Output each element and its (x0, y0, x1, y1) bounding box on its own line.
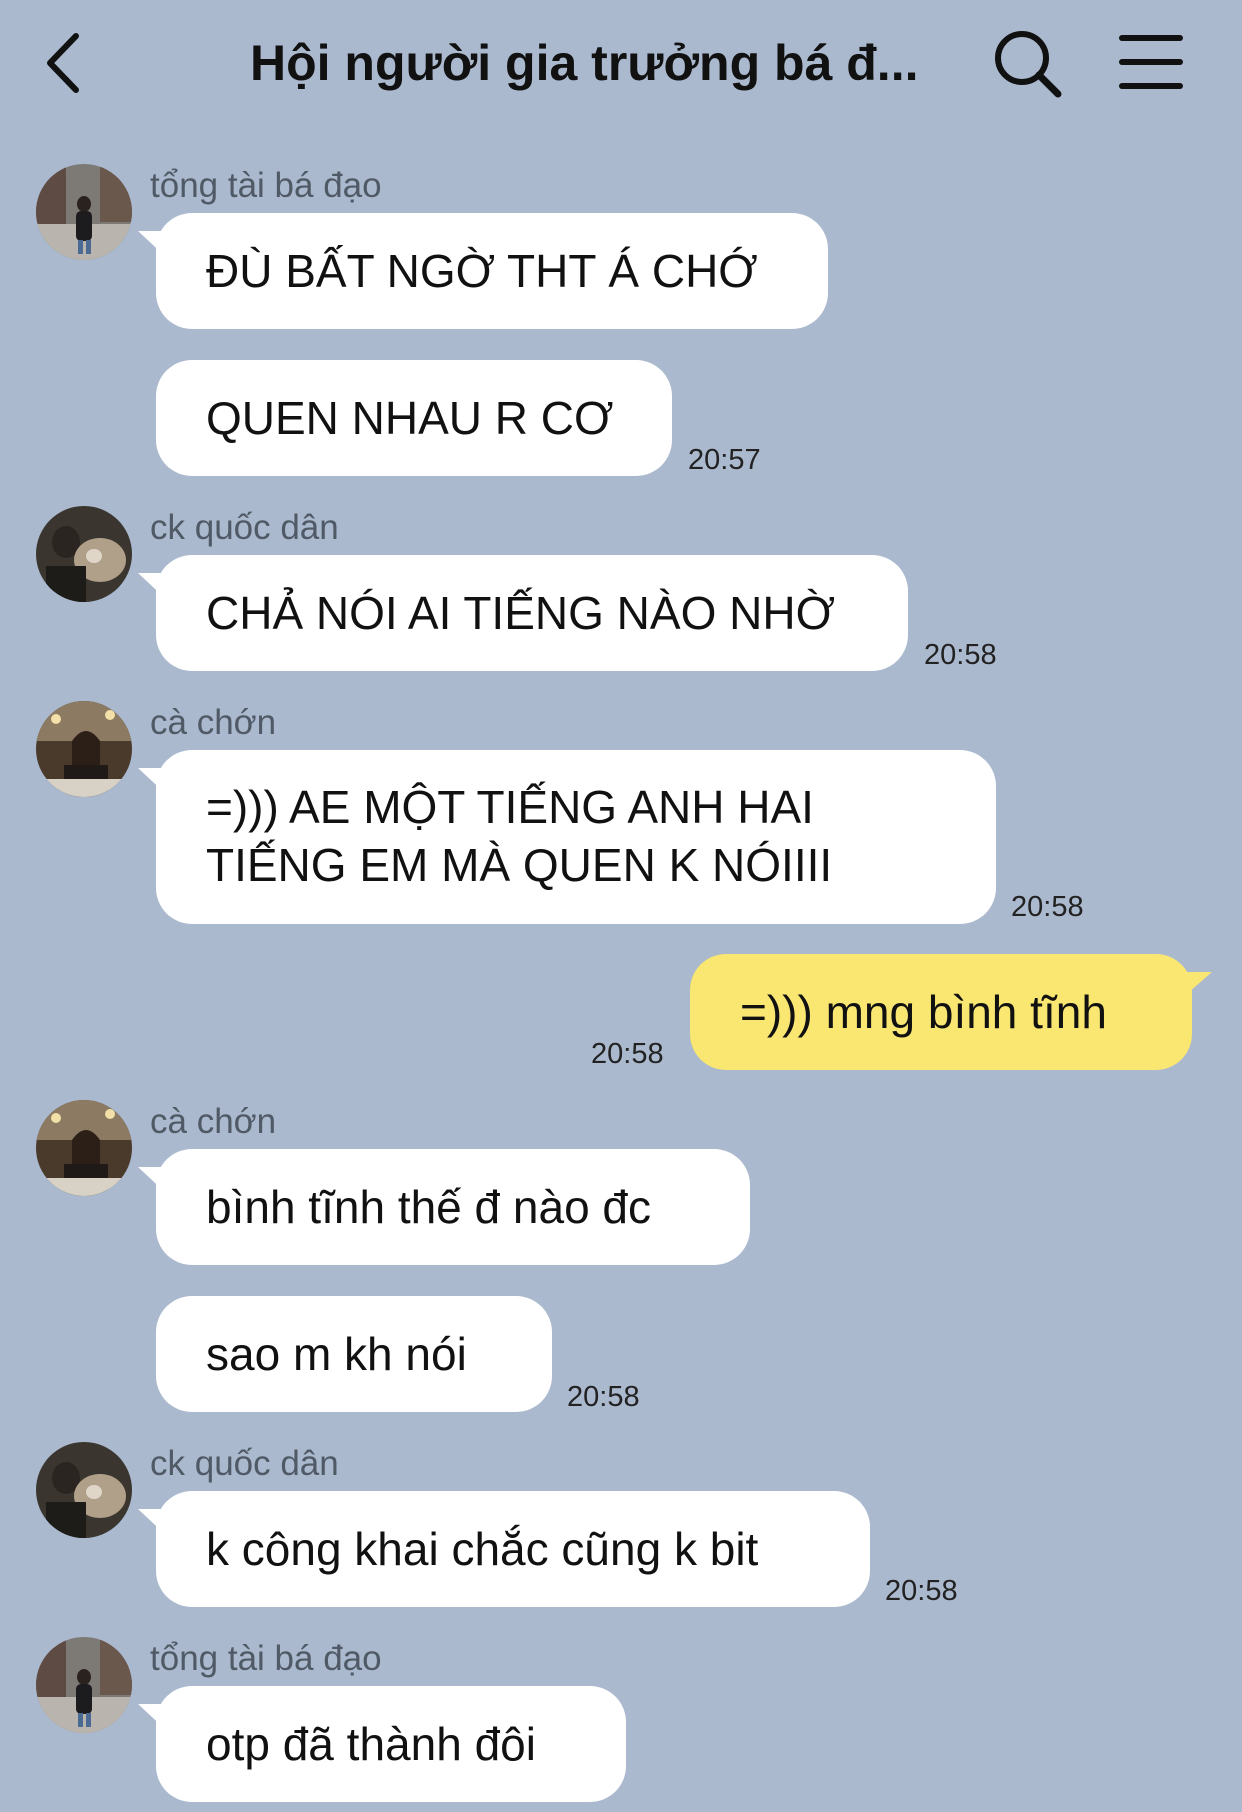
message-bubble[interactable]: bình tĩnh thế đ nào đc (138, 1149, 750, 1265)
menu-button[interactable] (1118, 30, 1184, 94)
sender-name: tổng tài bá đạo (150, 166, 382, 205)
avatar-tong-tai-ba-dao[interactable] (36, 164, 132, 260)
message-bubble[interactable]: QUEN NHAU R CƠ (156, 360, 672, 476)
message-time: 20:58 (1011, 891, 1084, 923)
avatar-ca-chon[interactable] (36, 1100, 132, 1196)
message-time: 20:58 (924, 639, 997, 671)
sender-name: tổng tài bá đạo (150, 1639, 382, 1678)
avatar-tong-tai-ba-dao[interactable] (36, 1637, 132, 1733)
avatar-ck-quoc-dan[interactable] (36, 1442, 132, 1538)
chevron-left-icon (47, 33, 79, 93)
sender-name: cà chớn (150, 1102, 277, 1141)
search-button[interactable] (990, 26, 1066, 102)
message-time: 20:58 (567, 1381, 640, 1413)
message-time: 20:58 (885, 1575, 958, 1607)
avatar-ca-chon[interactable] (36, 701, 132, 797)
message-bubble[interactable]: otp đã thành đôi (138, 1686, 626, 1802)
message-bubble[interactable]: CHẢ NÓI AI TIẾNG NÀO NHỜ (138, 555, 908, 671)
avatar-ck-quoc-dan[interactable] (36, 506, 132, 602)
message-bubble[interactable]: sao m kh nói (156, 1296, 552, 1412)
message-time: 20:58 (591, 1038, 664, 1070)
message-line: =))) AE MỘT TIẾNG ANH HAI (206, 781, 814, 833)
sender-name: ck quốc dân (150, 508, 339, 547)
message-line: TIẾNG EM MÀ QUEN K NÓIIII (206, 839, 833, 891)
message-bubble[interactable]: ĐÙ BẤT NGỜ THT Á CHỚ (138, 213, 828, 329)
message-time: 20:57 (688, 444, 761, 476)
message-bubble[interactable]: =))) AE MỘT TIẾNG ANH HAI TIẾNG EM MÀ QU… (138, 750, 996, 924)
search-icon (995, 31, 1062, 98)
outgoing-message-bubble[interactable]: =))) mng bình tĩnh (690, 954, 1212, 1070)
chat-title[interactable]: Hội người gia trưởng bá đ... (250, 28, 970, 98)
message-bubble[interactable]: k công khai chắc cũng k bit (138, 1491, 870, 1607)
sender-name: ck quốc dân (150, 1444, 339, 1483)
sender-name: cà chớn (150, 703, 277, 742)
chat-header: Hội người gia trưởng bá đ... (0, 0, 1242, 130)
back-button[interactable] (40, 28, 90, 98)
hamburger-menu-icon (1119, 35, 1183, 89)
